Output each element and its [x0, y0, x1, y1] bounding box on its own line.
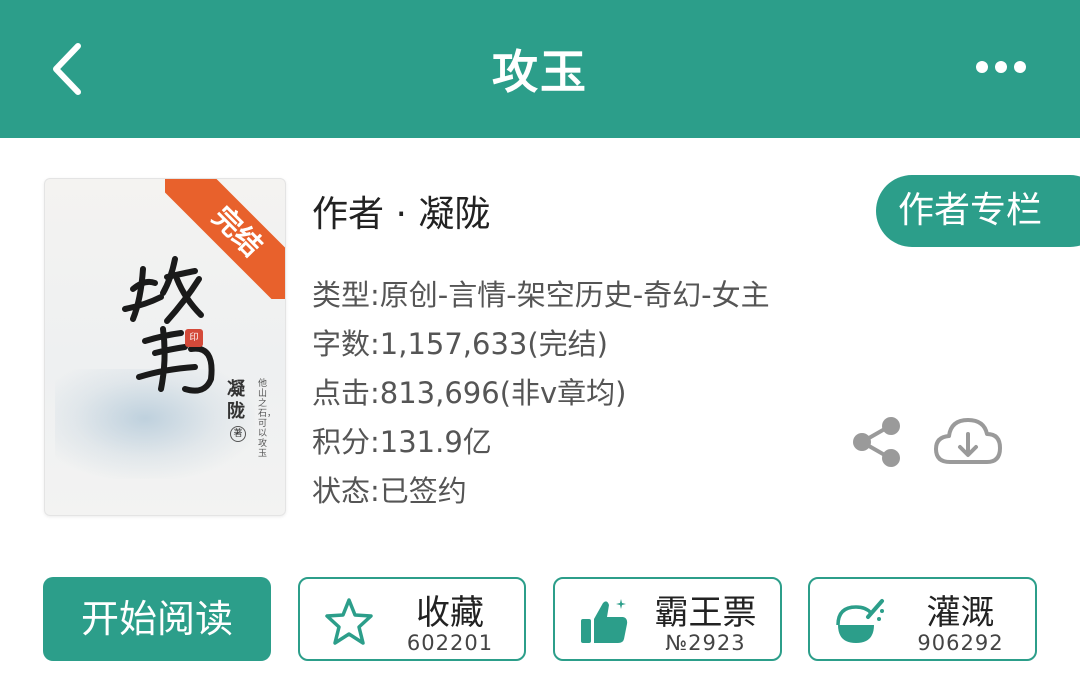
star-icon: [325, 598, 373, 645]
overlord-ticket-button[interactable]: 霸王票 №2923: [553, 577, 782, 661]
info-genre: 类型:原创-言情-架空历史-奇幻-女主: [312, 278, 770, 312]
share-button[interactable]: [850, 415, 904, 469]
info-word-count: 字数:1,157,633(完结): [312, 327, 608, 361]
completed-badge: 完结: [165, 179, 285, 299]
cloud-download-icon: [934, 418, 1002, 464]
irrigate-label: 灌溉: [926, 593, 995, 633]
more-button[interactable]: [975, 55, 1027, 79]
page-title: 攻玉: [492, 45, 588, 99]
irrigate-count: 906292: [917, 631, 1004, 655]
download-button[interactable]: [932, 412, 1004, 470]
irrigate-button[interactable]: 灌溉 906292: [808, 577, 1037, 661]
cover-author-mark: 著: [230, 426, 246, 442]
ticket-label: 霸王票: [654, 593, 757, 633]
share-icon: [853, 417, 900, 467]
author-column-button[interactable]: 作者专栏: [876, 175, 1080, 247]
start-reading-button[interactable]: 开始阅读: [43, 577, 271, 661]
top-bar: 攻玉: [0, 0, 1080, 138]
info-status: 状态:已签约: [312, 474, 467, 508]
cover-seal-stamp: 印: [185, 329, 203, 347]
book-cover[interactable]: 攻玉 印 凝陇 著 他山之石，可以攻玉 完结: [44, 178, 286, 516]
cover-tagline: 他山之石，可以攻玉: [258, 379, 277, 459]
collect-label: 收藏: [416, 593, 484, 633]
cover-author-name: 凝陇: [227, 379, 245, 422]
info-score: 积分:131.9亿: [312, 425, 492, 459]
watering-flask-icon: [836, 599, 884, 643]
author-line[interactable]: 作者 · 凝陇: [312, 185, 490, 237]
book-info-list: 类型:原创-言情-架空历史-奇幻-女主 字数:1,157,633(完结) 点击:…: [312, 272, 770, 517]
completed-badge-label: 完结: [165, 179, 285, 299]
ticket-count: №2923: [665, 631, 746, 655]
collect-button[interactable]: 收藏 602201: [298, 577, 526, 661]
thumbs-up-icon: [581, 599, 628, 643]
info-clicks: 点击:813,696(非v章均): [312, 376, 627, 410]
more-dots-icon: [976, 61, 1026, 73]
collect-count: 602201: [406, 631, 494, 655]
